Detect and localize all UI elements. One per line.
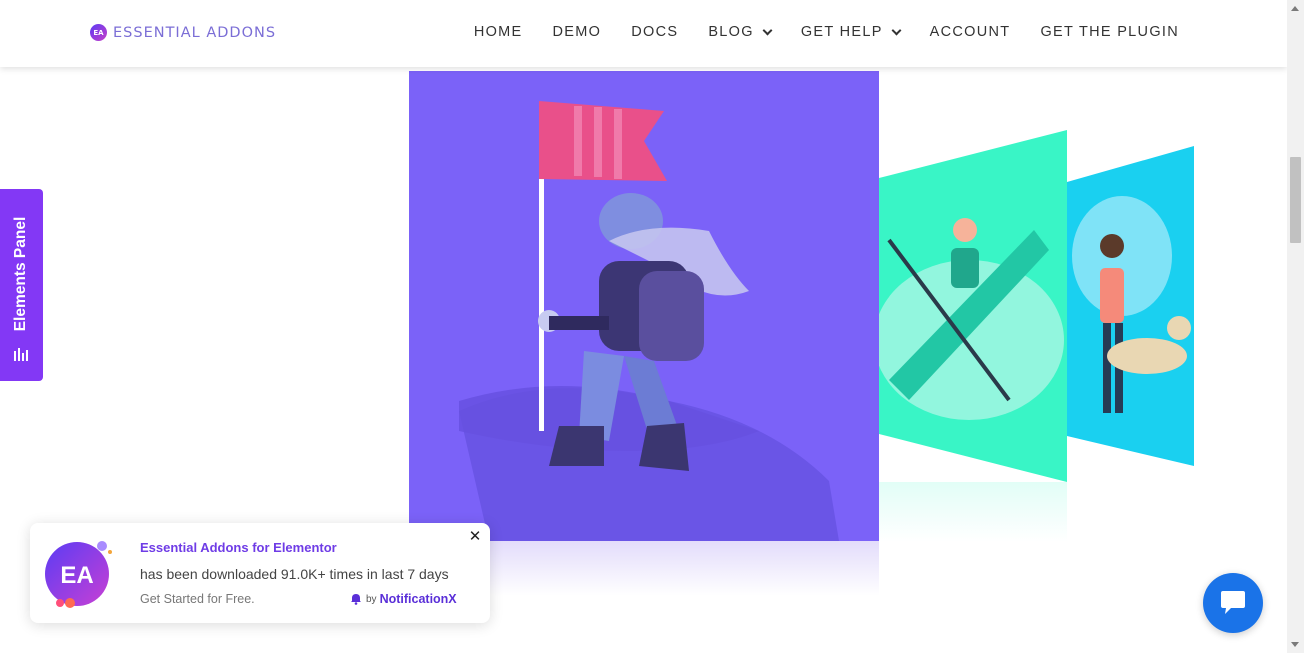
nav-item-demo[interactable]: DEMO: [553, 24, 602, 40]
notificationx-credit[interactable]: by NotificationX: [350, 592, 457, 606]
notification-cta-link[interactable]: Get Started for Free.: [140, 592, 255, 606]
scroll-down-arrow-icon[interactable]: [1291, 642, 1299, 647]
site-logo[interactable]: EA ESSENTIAL ADDONS: [90, 24, 276, 41]
site-header: EA ESSENTIAL ADDONS HOME DEMO DOCS BLOG …: [0, 0, 1287, 67]
elements-panel-label: Elements Panel: [12, 216, 29, 332]
nav-item-label: BLOG: [708, 24, 754, 40]
nav-item-label: HOME: [473, 24, 523, 40]
main-nav: HOME DEMO DOCS BLOG GET HELP ACCOUNT GET…: [444, 24, 1179, 40]
notification-title[interactable]: Essential Addons for Elementor: [140, 540, 337, 555]
nav-item-docs[interactable]: DOCS: [631, 24, 678, 40]
chevron-down-icon: [891, 25, 902, 35]
nav-item-label: ACCOUNT: [929, 24, 1011, 40]
download-notification[interactable]: EA Essential Addons for Elementor has be…: [30, 523, 490, 623]
nav-item-get-the-plugin[interactable]: GET THE PLUGIN: [1040, 24, 1179, 40]
by-label: by: [366, 593, 377, 605]
nav-item-home[interactable]: HOME: [474, 24, 523, 40]
bar-chart-icon: [14, 347, 28, 361]
chat-button[interactable]: [1203, 573, 1263, 633]
essential-addons-logo-icon: EA: [45, 541, 112, 608]
nav-item-label: GET HELP: [800, 24, 883, 40]
nav-item-label: DEMO: [552, 24, 602, 40]
close-icon[interactable]: ✕: [468, 529, 482, 544]
scroll-up-arrow-icon[interactable]: [1291, 6, 1299, 11]
dog-walk-card-illustration: [1067, 146, 1194, 466]
nav-item-account[interactable]: ACCOUNT: [930, 24, 1011, 40]
notificationx-brand: NotificationX: [379, 592, 457, 606]
kayak-card-illustration: [879, 130, 1067, 482]
notification-body: has been downloaded 91.0K+ times in last…: [140, 566, 449, 582]
logo-mark-icon: EA: [90, 24, 107, 41]
svg-text:EA: EA: [60, 562, 93, 589]
nav-item-label: GET THE PLUGIN: [1040, 24, 1179, 40]
chevron-down-icon: [762, 25, 773, 35]
elements-panel-tab[interactable]: Elements Panel: [0, 189, 43, 381]
kayak-card-reflection: [879, 482, 1067, 542]
logo-text: ESSENTIAL ADDONS: [113, 24, 277, 41]
page: EA ESSENTIAL ADDONS HOME DEMO DOCS BLOG …: [0, 0, 1304, 653]
nav-item-label: DOCS: [631, 24, 679, 40]
hero-illustration-explorer: [409, 71, 879, 541]
chat-bubble-icon: [1221, 591, 1245, 614]
page-scrollbar[interactable]: [1287, 0, 1304, 653]
nav-item-blog[interactable]: BLOG: [708, 24, 773, 40]
nav-item-get-help[interactable]: GET HELP: [800, 24, 902, 40]
explorer-illustration: [459, 101, 839, 541]
notificationx-logo-icon: [351, 594, 361, 605]
scrollbar-thumb[interactable]: [1290, 157, 1301, 243]
